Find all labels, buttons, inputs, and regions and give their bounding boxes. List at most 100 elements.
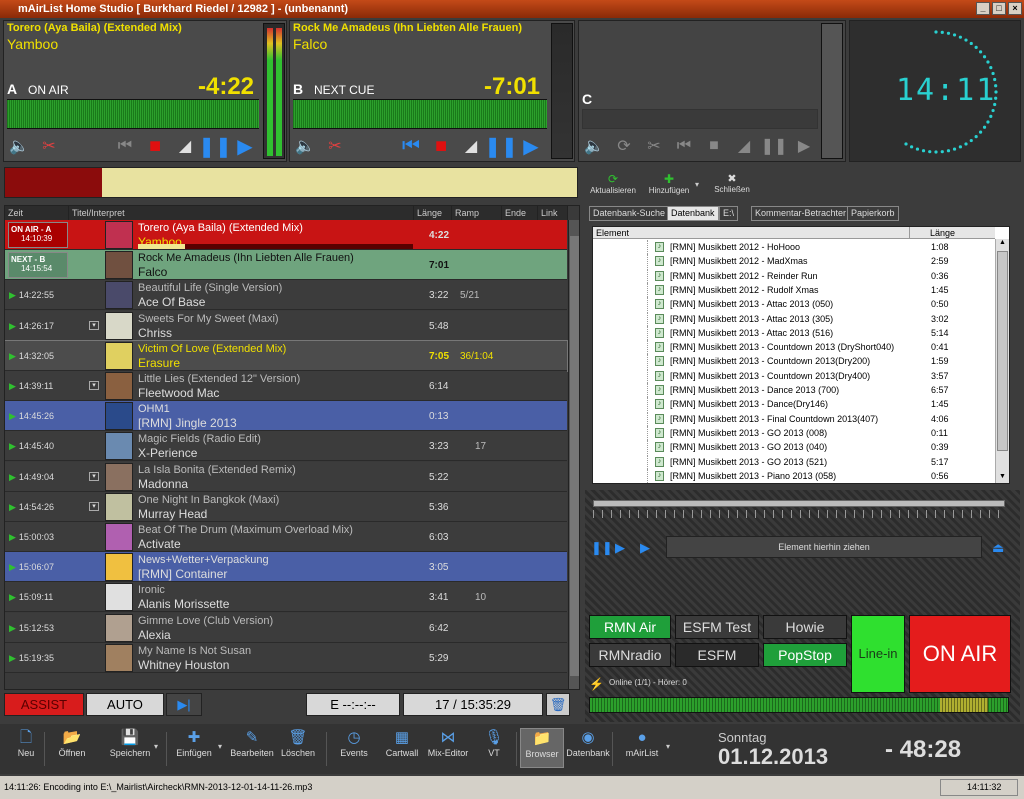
player-c-pause-button[interactable]: ❚❚ — [761, 133, 788, 159]
playlist-row[interactable]: ▶ 14:22:55 Beautiful Life (Single Version)… — [5, 280, 567, 311]
database-list-item[interactable]: ♪ [RMN] Musikbett 2012 - HoHooo 1:08 — [593, 240, 993, 254]
playlist-row[interactable]: ▶ 14:45:40 Magic Fields (Radio Edit) X-Peri… — [5, 431, 567, 462]
player-b-scissors-icon[interactable]: ✂ — [322, 133, 348, 159]
playlist-row[interactable]: ▶ 15:12:53 Gimme Love (Club Version) Alexia… — [5, 612, 567, 643]
list-col-length[interactable]: Länge — [909, 227, 995, 239]
database-list-item[interactable]: ♪ [RMN] Musikbett 2013 - Final Countdown … — [593, 411, 993, 426]
close-browser-button[interactable]: ✖ Schließen — [709, 172, 755, 194]
track-progress-bar[interactable] — [4, 167, 578, 198]
database-list-item[interactable]: ♪ [RMN] Musikbett 2013 - GO 2013 (040) 0:3… — [593, 440, 993, 455]
row-expand-toggle[interactable]: ▾ — [89, 381, 99, 390]
database-list-item[interactable]: ♪ [RMN] Musikbett 2013 - Countdown 2013 (… — [593, 340, 993, 355]
database-list-item[interactable]: ♪ [RMN] Musikbett 2013 - Attac 2013 (050)… — [593, 297, 993, 312]
toolbar-events-button[interactable]: ◷ Events — [332, 728, 376, 758]
player-c-waveform[interactable] — [582, 109, 818, 129]
toolbar-cartwall-button[interactable]: ▦ Cartwall — [380, 728, 424, 758]
player-b-pause-button[interactable]: ❚❚ — [484, 133, 518, 159]
player-b-play-button[interactable]: ▶ — [518, 133, 544, 159]
encoder-cart-button[interactable]: RMN Air — [589, 615, 671, 639]
player-a-scissors-icon[interactable]: ✂ — [36, 133, 62, 159]
player-a-play-button[interactable]: ▶ — [232, 133, 258, 159]
database-list-item[interactable]: ♪ [RMN] Musikbett 2013 - GO 2013 (008) 0:1… — [593, 425, 993, 440]
preview-position-slider[interactable] — [593, 500, 1005, 507]
col-header-ramp[interactable]: Ramp — [452, 206, 502, 220]
toolbar-browser-button[interactable]: 📁 Browser — [520, 728, 564, 768]
playlist-row[interactable]: ▶ 15:09:11 Ironic Alanis Morissette 3:41 10 — [5, 582, 567, 613]
toolbar-bearbeiten-button[interactable]: ✎ Bearbeiten — [230, 728, 274, 758]
playlist-row[interactable]: ▶ 14:54:26 ▾ One Night In Bangkok (Maxi) Mur… — [5, 491, 567, 522]
player-a-waveform[interactable] — [7, 99, 259, 129]
encoder-cart-button[interactable]: PopStop — [763, 643, 847, 667]
encoder-cart-button[interactable]: ESFM Test — [675, 615, 759, 639]
col-header-link[interactable]: Link — [538, 206, 568, 220]
database-list-item[interactable]: ♪ [RMN] Musikbett 2013 - Countdown 2013(D… — [593, 368, 993, 383]
assist-button[interactable]: ASSIST — [4, 693, 84, 716]
player-c-fade-button[interactable]: ◢ — [731, 133, 757, 159]
refresh-button[interactable]: ⟳ Aktualisieren — [587, 172, 639, 195]
minimize-button[interactable]: _ — [976, 2, 990, 15]
browser-tab[interactable]: E:\ — [719, 206, 739, 221]
player-c-play-button[interactable]: ▶ — [791, 133, 817, 159]
toolbar--ffnen-button[interactable]: 📂 Öffnen — [50, 728, 94, 758]
player-c-stop-button[interactable]: ■ — [701, 133, 727, 159]
playlist-row[interactable]: ▶ 14:26:17 ▾ Sweets For My Sweet (Maxi) Chri… — [5, 310, 567, 341]
trash-icon[interactable]: 🗑 — [546, 693, 570, 716]
playlist-scrollbar[interactable] — [568, 220, 579, 689]
toolbar-l-schen-button[interactable]: 🗑 Löschen — [276, 728, 320, 758]
toolbar-mix-editor-button[interactable]: ⋈ Mix-Editor — [426, 728, 470, 758]
browser-tab[interactable]: Datenbank-Suche — [589, 206, 670, 221]
maximize-button[interactable]: □ — [992, 2, 1006, 15]
database-list-item[interactable]: ♪ [RMN] Musikbett 2013 - Attac 2013 (516)… — [593, 325, 993, 340]
toolbar-dropdown-arrow[interactable]: ▾ — [666, 742, 670, 751]
toolbar-dropdown-arrow[interactable]: ▾ — [154, 742, 158, 751]
encoder-cart-button[interactable]: ESFM — [675, 643, 759, 667]
window-title-bar[interactable]: mAirList Home Studio [ Burkhard Riedel /… — [0, 0, 1024, 18]
row-expand-toggle[interactable]: ▾ — [89, 320, 99, 330]
toolbar-speichern-button[interactable]: 💾 Speichern — [108, 728, 152, 758]
player-c-skip-back-icon[interactable]: ⏮ — [671, 133, 697, 159]
database-list-item[interactable]: ♪ [RMN] Musikbett 2013 - GO 2013 (521) 5:1… — [593, 454, 993, 469]
player-a-fade-button[interactable]: ◢ — [172, 133, 198, 159]
player-a-volume-icon[interactable]: 🔈 — [6, 133, 32, 159]
player-a-pause-button[interactable]: ❚❚ — [198, 133, 232, 159]
toolbar-vt-button[interactable]: 🎙 VT — [472, 728, 516, 758]
row-expand-toggle[interactable]: ▾ — [89, 471, 99, 481]
col-header-zeit[interactable]: Zeit — [5, 206, 69, 220]
line-in-button[interactable]: Line-in — [851, 615, 905, 693]
database-list-item[interactable]: ♪ [RMN] Musikbett 2012 - Reinder Run 0:36 — [593, 268, 993, 283]
scroll-down-arrow[interactable]: ▼ — [997, 473, 1008, 483]
playlist-row[interactable]: ▶ 15:19:35 My Name Is Not Susan Whitney Hou… — [5, 642, 567, 673]
browser-tab[interactable]: Datenbank — [667, 206, 719, 221]
preview-next-button[interactable]: ▶ — [640, 540, 650, 556]
player-c-loop-icon[interactable]: ⟳ — [611, 133, 637, 159]
player-c-volume-icon[interactable]: 🔈 — [581, 133, 607, 159]
playlist-row[interactable]: ▶ 14:45:26 OHM1 [RMN] Jingle 2013 0:13 — [5, 401, 567, 432]
toolbar-neu-button[interactable]: 🗋 Neu — [4, 728, 48, 758]
col-header-ende[interactable]: Ende — [502, 206, 538, 220]
database-list-item[interactable]: ♪ [RMN] Musikbett 2013 - Piano 2013 (058)… — [593, 468, 993, 483]
playlist-row[interactable]: ▶ 14:32:05 Victim Of Love (Extended Mix) Er… — [5, 339, 568, 372]
playlist-row[interactable]: ▶ 14:39:11 ▾ Little Lies (Extended 12" Vers… — [5, 371, 567, 401]
database-list-item[interactable]: ♪ [RMN] Musikbett 2013 - Dance 2013 (700)… — [593, 383, 993, 397]
eject-icon[interactable]: ⏏ — [992, 540, 1004, 556]
encoder-cart-button[interactable]: Howie — [763, 615, 847, 639]
play-next-button[interactable]: ▶| — [166, 693, 202, 716]
list-scrollbar[interactable]: ▲ ▼ — [995, 239, 1009, 483]
on-air-button[interactable]: ON AIR — [909, 615, 1011, 693]
encoder-cart-button[interactable]: RMNradio — [589, 643, 671, 667]
preview-play-button[interactable]: ▶ — [615, 540, 625, 556]
add-button[interactable]: ✚ Hinzufügen — [643, 172, 695, 195]
drop-zone[interactable]: Element hierhin ziehen — [666, 536, 982, 558]
row-expand-toggle[interactable]: ▾ — [89, 501, 99, 511]
list-col-element[interactable]: Element — [593, 227, 909, 239]
toolbar-einf-gen-button[interactable]: ✚ Einfügen — [172, 728, 216, 758]
browser-tab[interactable]: Papierkorb — [847, 206, 899, 221]
player-b-skip-back-icon[interactable]: ⏮ — [398, 133, 424, 159]
player-b-waveform[interactable] — [293, 99, 547, 129]
toolbar-datenbank-button[interactable]: ◉ Datenbank — [566, 728, 610, 758]
player-b-stop-button[interactable]: ■ — [428, 133, 454, 159]
add-dropdown-arrow[interactable]: ▾ — [695, 180, 699, 189]
col-header-laenge[interactable]: Länge — [414, 206, 452, 220]
player-b-fade-button[interactable]: ◢ — [458, 133, 484, 159]
player-b-volume-icon[interactable]: 🔈 — [292, 133, 318, 159]
